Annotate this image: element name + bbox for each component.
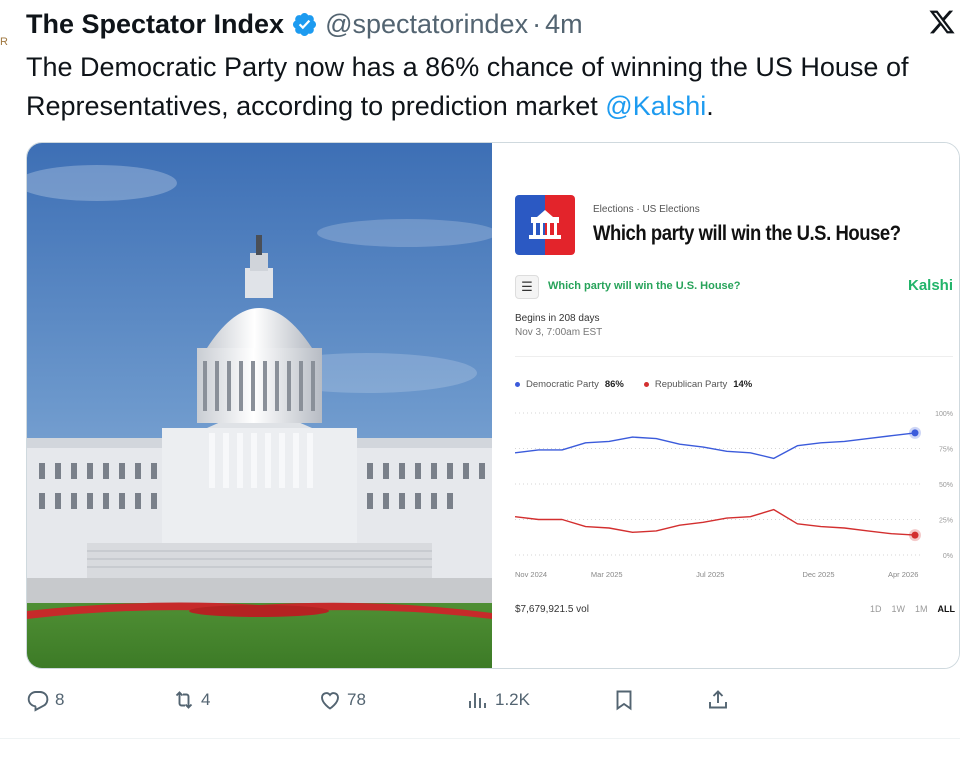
- kalshi-market-card[interactable]: Elections · US Elections Which party wil…: [492, 143, 959, 668]
- list-icon[interactable]: ☰: [515, 275, 539, 299]
- rep-legend-dot: [643, 382, 649, 387]
- y-tick-label: 50%: [939, 482, 953, 489]
- bookmark-icon: [616, 690, 632, 711]
- dem-legend-dot: [515, 382, 520, 387]
- repost-count: 4: [201, 690, 211, 709]
- side-stub: R: [0, 36, 8, 48]
- range-selector: 1D 1W 1M ALL: [870, 604, 955, 614]
- republican-endpoint: [911, 531, 919, 539]
- bookmark-button[interactable]: [612, 684, 636, 716]
- capitol-party-icon: [515, 195, 575, 255]
- x-tick-label: Mar 2025: [591, 570, 623, 579]
- tweet-header: The Spectator Index @spectatorindex · 4m: [26, 6, 583, 42]
- repost-button[interactable]: 4: [172, 684, 210, 716]
- tweet-body: The Democratic Party now has a 86% chanc…: [26, 52, 909, 121]
- capitol-building-photo[interactable]: [27, 143, 492, 669]
- reply-count: 8: [55, 690, 65, 709]
- range-all[interactable]: ALL: [938, 604, 956, 614]
- democratic-series-line: [515, 432, 916, 460]
- verified-badge-icon: [293, 12, 317, 36]
- bottom-divider: [0, 738, 960, 739]
- mention-link[interactable]: @Kalshi: [605, 91, 706, 121]
- range-1w[interactable]: 1W: [891, 604, 905, 614]
- handle[interactable]: @spectatorindex: [325, 9, 528, 40]
- tweet-text: The Democratic Party now has a 86% chanc…: [26, 48, 946, 126]
- x-tick-label: Dec 2025: [802, 570, 834, 579]
- divider: [515, 356, 953, 357]
- dem-legend-pct: 86%: [604, 379, 624, 390]
- market-subheader: ☰ Which party will win the U.S. House? K…: [515, 275, 953, 299]
- x-tick-label: Jul 2025: [696, 570, 724, 579]
- repost-icon: [175, 691, 193, 709]
- republican-series-line: [515, 508, 916, 536]
- breadcrumb[interactable]: Elections · US Elections: [593, 204, 700, 215]
- x-tick-label: Apr 2026: [888, 570, 918, 579]
- y-tick-label: 100%: [935, 411, 953, 418]
- begins-label: Begins in 208 days: [515, 313, 600, 324]
- views-button[interactable]: 1.2K: [466, 684, 530, 716]
- y-tick-label: 75%: [939, 447, 953, 454]
- media-attachment[interactable]: Elections · US Elections Which party wil…: [26, 142, 960, 669]
- like-count: 78: [347, 690, 366, 709]
- reply-icon: [27, 691, 49, 712]
- market-subtitle[interactable]: Which party will win the U.S. House?: [548, 280, 741, 292]
- x-logo-icon[interactable]: [928, 8, 956, 36]
- range-1m[interactable]: 1M: [915, 604, 928, 614]
- views-count: 1.2K: [495, 690, 530, 709]
- y-tick-label: 25%: [939, 518, 953, 525]
- y-tick-label: 0%: [943, 553, 953, 560]
- timestamp[interactable]: 4m: [545, 9, 583, 40]
- chart-legend: Democratic Party 86% Republican Party 14…: [515, 379, 752, 390]
- reply-button[interactable]: 8: [26, 684, 64, 716]
- volume-label: $7,679,921.5 vol: [515, 604, 589, 615]
- range-1d[interactable]: 1D: [870, 604, 882, 614]
- tweet-actions: 8 4 78 1.2K: [26, 684, 746, 716]
- x-tick-label: Nov 2024: [515, 570, 547, 579]
- rep-legend-pct: 14%: [733, 379, 753, 390]
- heart-icon: [321, 692, 339, 710]
- views-icon: [469, 693, 486, 708]
- market-title: Which party will win the U.S. House?: [593, 222, 901, 245]
- separator-dot: ·: [532, 8, 542, 39]
- dem-legend-name: Democratic Party: [526, 379, 599, 390]
- event-date: Nov 3, 7:00am EST: [515, 327, 603, 338]
- rep-legend-name: Republican Party: [654, 379, 728, 390]
- probability-chart[interactable]: 100% 75% 50% 25% 0% Nov 2024 Mar 2025 Jul 2025 D…: [515, 405, 955, 583]
- like-button[interactable]: 78: [318, 684, 366, 716]
- author-name[interactable]: The Spectator Index: [26, 9, 284, 40]
- share-button[interactable]: [706, 684, 730, 716]
- kalshi-logo: Kalshi: [907, 277, 953, 294]
- share-icon: [709, 690, 727, 709]
- democratic-endpoint: [911, 429, 919, 437]
- tweet-end: .: [706, 91, 714, 121]
